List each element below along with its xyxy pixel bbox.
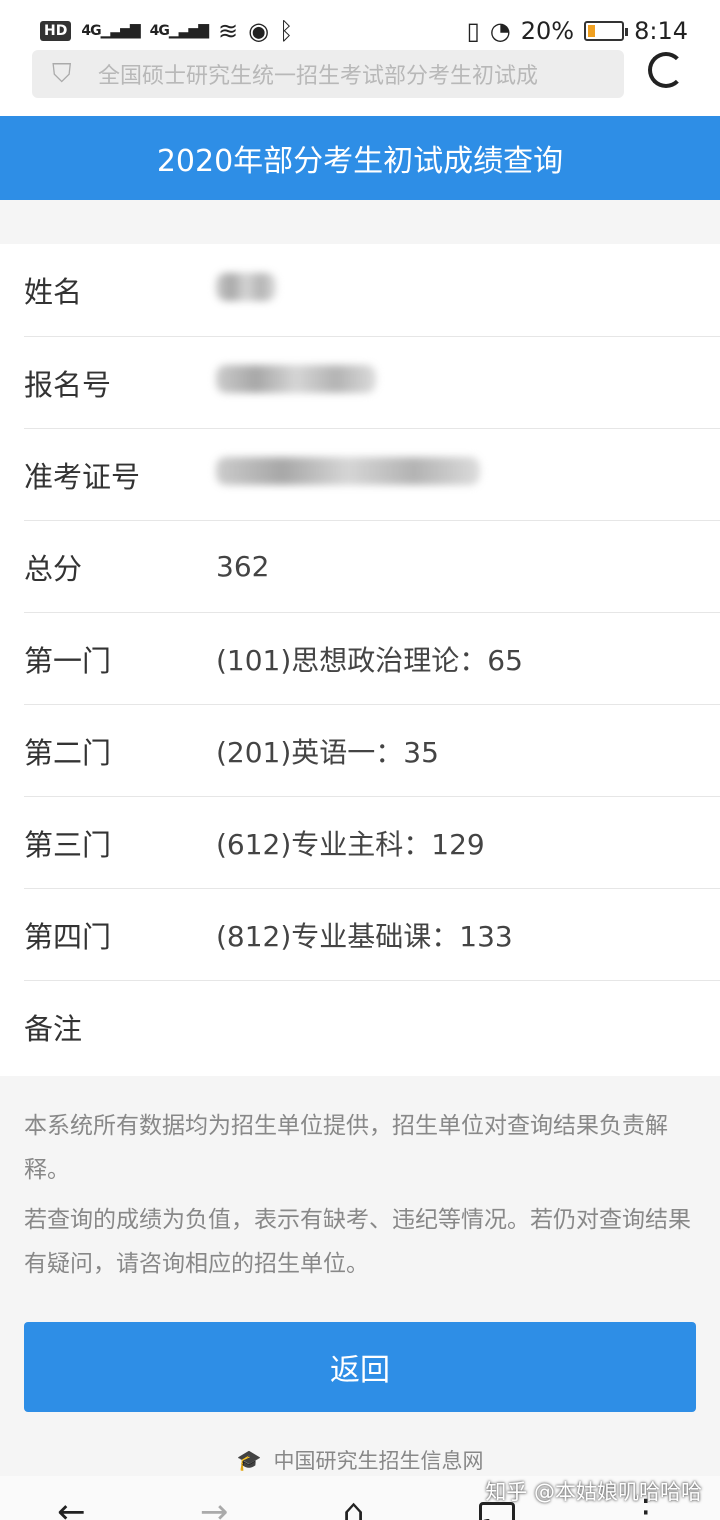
watermark: 知乎 @本姑娘叽哈哈哈: [485, 1480, 702, 1504]
battery-fill: [588, 25, 596, 37]
back-button[interactable]: 返回: [24, 1322, 696, 1412]
notes-section: 本系统所有数据均为招生单位提供，招生单位对查询结果负责解释。 若查询的成绩为负值…: [0, 1076, 720, 1476]
row-subject-1: 第一门 (101)思想政治理论：65: [24, 612, 720, 704]
row-value-redacted: [216, 457, 480, 492]
battery-icon: [584, 21, 629, 41]
status-left: HD 4G▁▃▅▇ 4G▁▃▅▇ ≋ ◉ ᛒ: [40, 17, 293, 45]
graduation-cap-icon: 🎓: [236, 1448, 262, 1472]
clock: 8:14: [634, 17, 688, 45]
site-footer: 🎓 中国研究生招生信息网: [0, 1440, 720, 1480]
row-label: 准考证号: [24, 459, 141, 494]
wifi-icon: ≋: [217, 17, 239, 45]
row-label: 总分: [24, 551, 83, 586]
note-paragraph: 本系统所有数据均为招生单位提供，招生单位对查询结果负责解释。: [24, 1113, 668, 1183]
back-arrow-icon[interactable]: ←: [57, 1490, 86, 1520]
page-title: 2020年部分考生初试成绩查询: [156, 144, 564, 179]
row-value: (812)专业基础课：133: [216, 919, 513, 953]
signal-icon: 4G▁▃▅▇: [81, 23, 140, 39]
row-label: 备注: [24, 1011, 83, 1046]
row-value-redacted: [216, 272, 276, 308]
row-label: 第一门: [24, 643, 112, 678]
vibrate-icon: ▯: [466, 17, 480, 45]
row-value: 362: [216, 550, 270, 583]
row-value: (612)专业主科：129: [216, 827, 485, 861]
shield-icon: ⛉: [52, 59, 72, 89]
row-value: (101)思想政治理论：65: [216, 643, 523, 677]
spacer-band: [0, 200, 720, 244]
browser-toolbar: ⛉ 全国硕士研究生统一招生考试部分考生初试成: [0, 50, 720, 116]
row-label: 第三门: [24, 827, 112, 862]
note-paragraph: 若查询的成绩为负值，表示有缺考、违纪等情况。若仍对查询结果有疑问，请咨询相应的招…: [24, 1207, 691, 1277]
page-title-bar: 2020年部分考生初试成绩查询: [0, 116, 720, 200]
row-subject-3: 第三门 (612)专业主科：129: [24, 796, 720, 888]
row-registration-number: 报名号: [24, 336, 720, 428]
redacted-blur: [216, 457, 480, 485]
battery-percent: 20%: [520, 17, 575, 45]
bluetooth-icon: ᛒ: [279, 17, 294, 45]
score-table: 姓名 报名号 准考证号 总分 362 第一门 (101)思想政治理论：65 第二…: [0, 244, 720, 1072]
status-right: ▯ ◔ 20% 8:14: [467, 17, 688, 45]
row-total-score: 总分 362: [24, 520, 720, 612]
row-remarks: 备注: [24, 980, 720, 1072]
eye-icon: ◉: [248, 17, 270, 45]
address-bar[interactable]: ⛉ 全国硕士研究生统一招生考试部分考生初试成: [32, 50, 624, 98]
row-value-redacted: [216, 365, 376, 400]
row-name: 姓名: [24, 244, 720, 336]
row-subject-2: 第二门 (201)英语一：35: [24, 704, 720, 796]
redacted-blur: [216, 272, 276, 301]
hd-icon: HD: [40, 21, 72, 41]
signal-icon-2: 4G▁▃▅▇: [149, 23, 209, 39]
forward-arrow-icon[interactable]: →: [200, 1490, 229, 1520]
row-label: 报名号: [24, 367, 112, 402]
row-subject-4: 第四门 (812)专业基础课：133: [24, 888, 720, 980]
row-admission-ticket: 准考证号: [24, 428, 720, 520]
speed-icon: ◔: [489, 17, 511, 45]
reload-icon[interactable]: [648, 52, 684, 88]
home-icon[interactable]: ⌂: [343, 1490, 365, 1520]
footer-site-name[interactable]: 中国研究生招生信息网: [273, 1445, 483, 1475]
redacted-blur: [216, 365, 376, 393]
row-label: 第二门: [24, 735, 112, 770]
row-label: 第四门: [24, 919, 112, 954]
row-label: 姓名: [24, 275, 83, 309]
url-text: 全国硕士研究生统一招生考试部分考生初试成: [98, 64, 539, 89]
row-value: (201)英语一：35: [216, 735, 439, 769]
